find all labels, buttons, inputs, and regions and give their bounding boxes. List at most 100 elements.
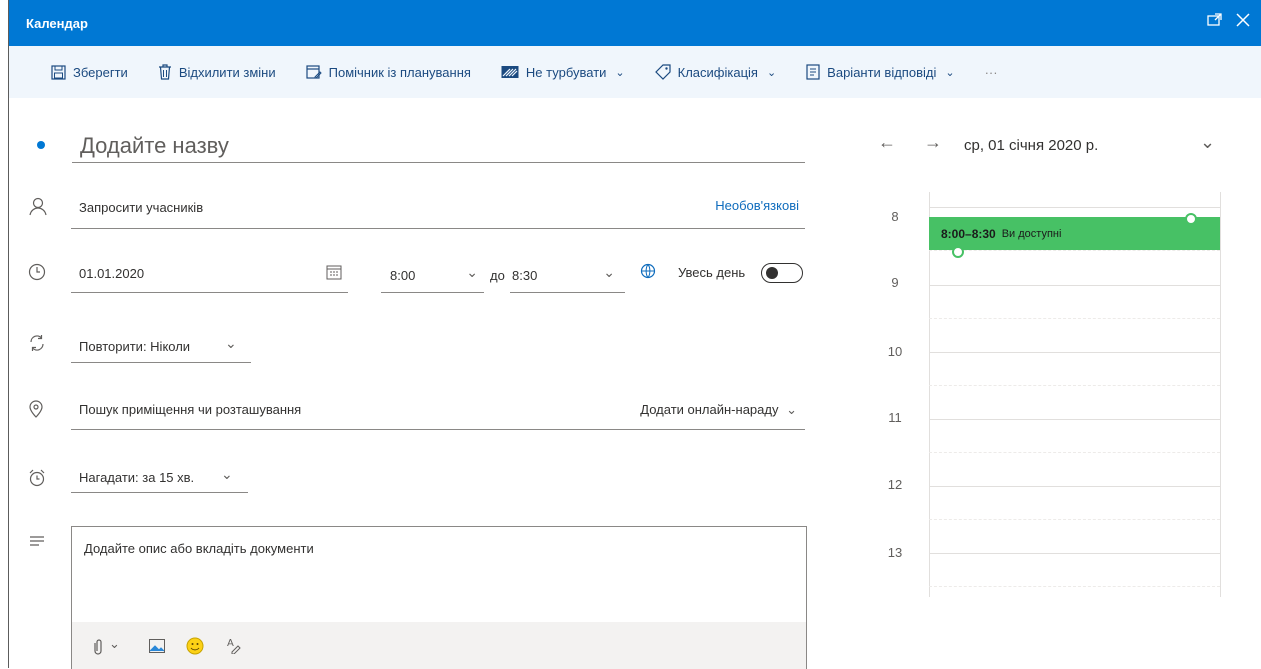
event-resize-handle-top[interactable] (1185, 213, 1197, 225)
repeat-icon (28, 334, 50, 356)
online-meeting-dropdown[interactable]: Додати онлайн-нараду ⌄ (640, 402, 797, 418)
location-pin-icon (28, 400, 50, 422)
event-resize-handle-bottom[interactable] (952, 246, 964, 258)
attendees-input[interactable]: Запросити учасників Необов'язкові (71, 192, 805, 229)
calendar-edit-icon (306, 65, 322, 79)
optional-attendees-link[interactable]: Необов'язкові (715, 198, 799, 213)
trash-icon (158, 64, 171, 80)
hour-label: 10 (887, 344, 903, 359)
window-edge (0, 0, 9, 668)
event-time: 8:00–8:30 (941, 226, 996, 241)
hour-gridline (929, 207, 1220, 208)
start-time-value: 8:00 (390, 268, 416, 283)
reply-options-icon (806, 64, 820, 80)
time-zone-icon[interactable] (640, 263, 656, 284)
location-placeholder: Пошук приміщення чи розташування (79, 402, 302, 417)
chevron-down-icon: ⌄ (225, 335, 237, 351)
dnd-label: Не турбувати (525, 64, 607, 80)
chevron-down-icon: ⌄ (603, 264, 615, 280)
description-toolbar: ⌄ A (72, 622, 806, 669)
save-icon (51, 64, 66, 80)
reply-options-dropdown[interactable]: Варіанти відповіді ⌄ (806, 64, 955, 80)
category-dot (37, 141, 45, 149)
prev-day-arrow-icon[interactable]: ← (878, 132, 896, 153)
half-hour-gridline (929, 452, 1220, 453)
busy-status-icon (501, 66, 519, 78)
dnd-dropdown[interactable]: Не турбувати ⌄ (501, 65, 625, 80)
hour-label: 9 (891, 275, 899, 290)
start-time-dropdown[interactable]: 8:00 ⌄ (381, 258, 484, 293)
chevron-down-icon: ⌄ (615, 66, 625, 79)
end-time-dropdown[interactable]: 8:30 ⌄ (510, 258, 625, 293)
online-meeting-label: Додати онлайн-нараду (640, 402, 779, 417)
svg-text:A: A (227, 638, 234, 649)
half-hour-gridline (929, 586, 1220, 587)
hour-label: 13 (887, 545, 903, 560)
date-input[interactable]: 01.01.2020 (71, 258, 348, 293)
attach-icon[interactable] (92, 638, 104, 661)
description-icon (28, 534, 50, 556)
event-status: Ви доступні (1001, 227, 1062, 240)
chevron-down-icon: ⌄ (221, 466, 233, 482)
chevron-down-icon: ⌄ (786, 402, 797, 417)
calendar-date-label: ср, 01 січня 2020 р. (964, 137, 1099, 154)
alarm-clock-icon (28, 469, 50, 491)
classify-dropdown[interactable]: Класифікація ⌄ (654, 64, 777, 80)
window-title: Календар (26, 15, 88, 31)
toggle-knob (766, 267, 778, 279)
reminder-dropdown[interactable]: Нагадати: за 15 хв. ⌄ (71, 458, 248, 493)
description-placeholder: Додайте опис або вкладіть документи (84, 541, 314, 556)
scheduling-label: Помічник із планування (328, 64, 471, 80)
scheduling-assistant-button[interactable]: Помічник із планування (306, 64, 471, 80)
location-input[interactable]: Пошук приміщення чи розташування Додати … (71, 394, 805, 430)
discard-button[interactable]: Відхилити зміни (158, 64, 276, 80)
reply-options-label: Варіанти відповіді (827, 64, 937, 80)
repeat-dropdown[interactable]: Повторити: Ніколи ⌄ (71, 328, 251, 363)
hour-gridline (929, 553, 1220, 554)
save-label: Зберегти (73, 64, 128, 80)
timeline-right-border (1220, 192, 1221, 597)
date-value: 01.01.2020 (79, 266, 145, 281)
person-icon (28, 196, 50, 218)
popout-icon[interactable] (1207, 12, 1223, 33)
clock-icon (28, 263, 50, 285)
event-title-input[interactable]: Додайте назву (72, 128, 805, 163)
command-toolbar: Зберегти Відхилити зміни Помічник із пла… (9, 46, 1261, 98)
hour-gridline (929, 419, 1220, 420)
timeline-left-border (929, 192, 930, 597)
description-editor[interactable]: Додайте опис або вкладіть документи ⌄ A (71, 526, 807, 669)
chevron-down-icon[interactable]: ⌄ (1200, 132, 1215, 153)
save-button[interactable]: Зберегти (51, 65, 128, 80)
discard-label: Відхилити зміни (178, 64, 276, 80)
to-label: до (490, 268, 505, 283)
attendees-placeholder: Запросити учасників (79, 200, 204, 215)
hour-gridline (929, 486, 1220, 487)
reminder-value: Нагадати: за 15 хв. (79, 470, 195, 485)
all-day-toggle[interactable] (761, 263, 803, 283)
half-hour-gridline (929, 519, 1220, 520)
hour-gridline (929, 352, 1220, 353)
end-time-value: 8:30 (512, 268, 538, 283)
chevron-down-icon: ⌄ (466, 264, 478, 280)
emoji-icon[interactable] (186, 637, 204, 660)
half-hour-gridline (929, 250, 1220, 251)
half-hour-gridline (929, 318, 1220, 319)
hour-label: 11 (888, 410, 902, 425)
hour-label: 12 (887, 477, 903, 492)
image-icon[interactable] (149, 639, 165, 658)
text-format-icon[interactable]: A (226, 636, 244, 659)
title-placeholder: Додайте назву (80, 133, 229, 158)
chevron-down-icon[interactable]: ⌄ (109, 636, 120, 652)
chevron-down-icon: ⌄ (766, 66, 777, 79)
tag-icon (654, 64, 671, 80)
title-bar: Календар (9, 0, 1261, 46)
hour-gridline (929, 285, 1220, 286)
next-day-arrow-icon[interactable]: → (924, 132, 942, 153)
event-block[interactable]: 8:00–8:30 Ви доступні (929, 217, 1220, 250)
more-options-button[interactable]: ··· (985, 65, 998, 80)
more-icon: ··· (984, 64, 998, 80)
half-hour-gridline (929, 385, 1220, 386)
calendar-picker-icon[interactable] (326, 264, 342, 280)
close-icon[interactable] (1235, 12, 1251, 33)
chevron-down-icon: ⌄ (945, 66, 955, 79)
